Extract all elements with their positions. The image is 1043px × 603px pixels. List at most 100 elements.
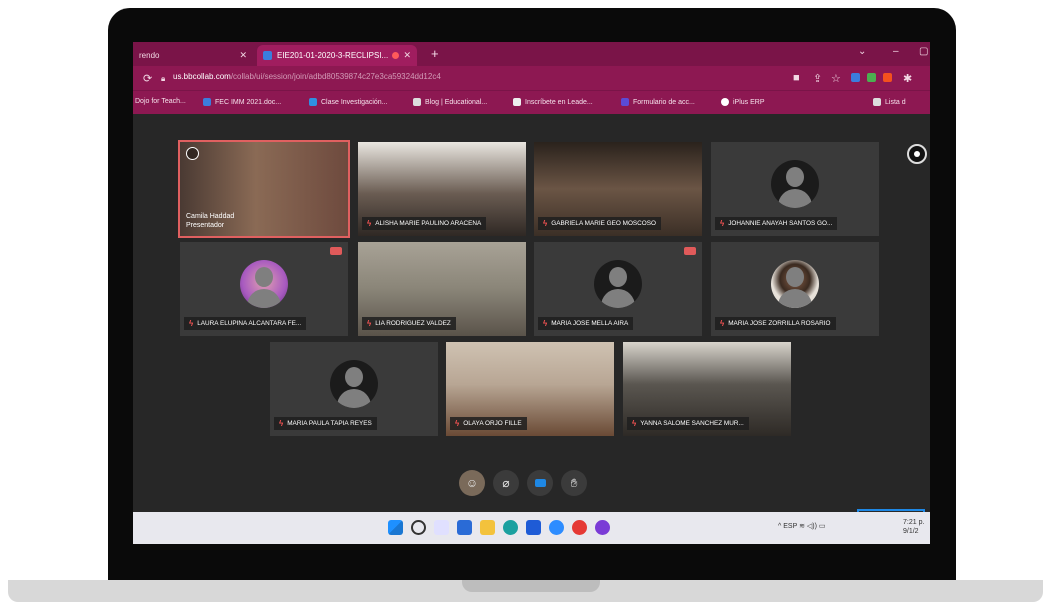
default-avatar-icon bbox=[771, 160, 819, 208]
reload-icon[interactable]: ⟳ bbox=[143, 72, 152, 85]
participant-tile[interactable]: ϟ MARIA PAULA TAPIA REYES bbox=[270, 342, 438, 436]
edge-icon[interactable] bbox=[503, 520, 518, 535]
new-tab-button[interactable]: + bbox=[431, 46, 439, 61]
presenter-label: Camila Haddad Presentador bbox=[186, 212, 234, 230]
url-host: us.bbcollab.com bbox=[173, 72, 231, 81]
profile-photo bbox=[240, 260, 288, 308]
reading-list[interactable]: Lista d bbox=[873, 98, 906, 106]
camera-toggle-button[interactable] bbox=[527, 470, 553, 496]
bookmark-item[interactable]: Blog | Educational... bbox=[413, 98, 487, 106]
wifi-icon: ≋ bbox=[799, 523, 805, 530]
participant-tile[interactable]: ϟ OLAYA ORJO FILLE bbox=[446, 342, 614, 436]
lock-icon[interactable]: 🔒︎ bbox=[161, 74, 165, 84]
participant-role: Presentador bbox=[186, 222, 225, 229]
share-icon[interactable]: ⇪ bbox=[813, 72, 822, 85]
windows-taskbar: ^ ESP ≋ ◁)) ▭ 7:21 p. 9/1/2 bbox=[133, 512, 930, 544]
address-bar: ⟳ 🔒︎ us.bbcollab.com/collab/ui/session/j… bbox=[133, 66, 930, 90]
system-tray[interactable]: ^ ESP ≋ ◁)) ▭ bbox=[778, 522, 826, 530]
participant-name-tag: ϟ MARIA PAULA TAPIA REYES bbox=[274, 417, 377, 430]
raise-hand-icon[interactable]: ✋︎ bbox=[561, 470, 587, 496]
participant-tile[interactable]: ϟ MARIA JOSE ZORRILLA ROSARIO bbox=[711, 242, 879, 336]
chrome-profile-icon[interactable] bbox=[595, 520, 610, 535]
reading-list-icon bbox=[873, 98, 881, 106]
mic-off-icon: ϟ bbox=[367, 219, 372, 228]
participant-name-tag: ϟ MARIA JOSE ZORRILLA ROSARIO bbox=[715, 317, 836, 330]
file-explorer-icon[interactable] bbox=[480, 520, 495, 535]
photo-stage: rendo ✕ EIE201-01-2020-3-RECLIPSI... ✕ +… bbox=[0, 0, 1043, 603]
tab-search-icon[interactable]: ⌄ bbox=[858, 46, 866, 57]
participant-name: ALISHA MARIE PAULINO ARACENA bbox=[375, 220, 482, 227]
word-icon[interactable] bbox=[526, 520, 541, 535]
extension-icon[interactable] bbox=[867, 73, 876, 82]
form-icon bbox=[621, 98, 629, 106]
participant-tile[interactable]: ϟ LAURA ELUPINA ALCANTARA FE... bbox=[180, 242, 348, 336]
chrome-icon[interactable] bbox=[572, 520, 587, 535]
participant-tile[interactable]: ϟ JOHANNIE ANAYAH SANTOS GO... bbox=[711, 142, 879, 236]
participant-tile[interactable]: ϟ LIA RODRIGUEZ VALDEZ bbox=[358, 242, 526, 336]
mic-off-icon: ϟ bbox=[455, 419, 460, 428]
clock-time: 7:21 p. bbox=[903, 519, 925, 526]
mic-off-icon: ϟ bbox=[720, 219, 725, 228]
bookmark-star-icon[interactable]: ☆ bbox=[831, 72, 841, 85]
close-tab-icon[interactable]: ✕ bbox=[239, 50, 247, 61]
participant-name-tag: ϟ GABRIELA MARIE GEO MOSCOSO bbox=[538, 217, 661, 230]
bookmark-item[interactable]: Formulario de acc... bbox=[621, 98, 695, 106]
participant-name: YANNA SALOME SANCHEZ MUR... bbox=[640, 420, 744, 427]
participant-tile[interactable]: Camila Haddad Presentador bbox=[178, 140, 350, 238]
bookmark-item[interactable]: Clase Investigación... bbox=[309, 98, 388, 106]
search-icon[interactable] bbox=[411, 520, 426, 535]
participant-tile[interactable]: ϟ GABRIELA MARIE GEO MOSCOSO bbox=[534, 142, 702, 236]
camera-permission-icon[interactable]: ■ bbox=[793, 72, 800, 84]
microphone-muted-icon[interactable]: ⌀ bbox=[493, 470, 519, 496]
browser-tab[interactable]: rendo ✕ bbox=[133, 45, 253, 66]
participant-name-tag: ϟ MARIA JOSE MELLA AIRA bbox=[538, 317, 634, 330]
puzzle-extensions-icon[interactable]: ✱ bbox=[903, 72, 912, 85]
tab-title: rendo bbox=[139, 51, 160, 60]
start-icon[interactable] bbox=[388, 520, 403, 535]
mic-off-icon: ϟ bbox=[189, 319, 194, 328]
participant-tile[interactable]: ϟ YANNA SALOME SANCHEZ MUR... bbox=[623, 342, 791, 436]
profile-photo bbox=[771, 260, 819, 308]
collaborate-favicon-icon bbox=[263, 51, 272, 60]
mic-off-icon: ϟ bbox=[367, 319, 372, 328]
bookmark-label: iPlus ERP bbox=[733, 98, 765, 106]
widgets-icon[interactable] bbox=[434, 520, 449, 535]
bookmark-label: Blog | Educational... bbox=[425, 98, 488, 106]
recording-dot-icon bbox=[392, 52, 400, 59]
iplus-icon bbox=[721, 98, 729, 106]
close-tab-icon[interactable]: ✕ bbox=[403, 50, 411, 61]
volume-icon: ◁)) bbox=[806, 523, 817, 530]
my-status-avatar[interactable]: ☺ bbox=[459, 470, 485, 496]
participant-name: Camila Haddad bbox=[186, 213, 235, 220]
url-path: /collab/ui/session/join/adbd80539874c27e… bbox=[230, 72, 441, 81]
extension-icon[interactable] bbox=[883, 73, 892, 82]
clock[interactable]: 7:21 p. 9/1/2 bbox=[903, 518, 924, 536]
minimize-icon[interactable]: – bbox=[893, 46, 899, 57]
browser-tab-bar: rendo ✕ EIE201-01-2020-3-RECLIPSI... ✕ +… bbox=[133, 42, 930, 66]
url-field[interactable]: us.bbcollab.com/collab/ui/session/join/a… bbox=[173, 72, 441, 81]
raised-hand-icon bbox=[330, 247, 342, 255]
mic-off-icon: ϟ bbox=[632, 419, 637, 428]
bookmark-item[interactable]: Inscríbete en Leade... bbox=[513, 98, 593, 106]
participant-tile[interactable]: ϟ ALISHA MARIE PAULINO ARACENA bbox=[358, 142, 526, 236]
maximize-icon[interactable]: ▢ bbox=[919, 46, 928, 57]
calculator-icon[interactable] bbox=[457, 520, 472, 535]
browser-tab-active[interactable]: EIE201-01-2020-3-RECLIPSI... ✕ bbox=[257, 45, 417, 66]
tray-text: ^ ESP bbox=[778, 523, 798, 530]
clock-date: 9/1/2 bbox=[903, 528, 919, 535]
reading-list-label: Lista d bbox=[885, 98, 906, 106]
bookmark-label: Formulario de acc... bbox=[633, 98, 695, 106]
participant-tile[interactable]: ϟ MARIA JOSE MELLA AIRA bbox=[534, 242, 702, 336]
participant-name-tag: ϟ ALISHA MARIE PAULINO ARACENA bbox=[362, 217, 487, 230]
bookmark-item[interactable]: FEC IMM 2021.doc... bbox=[203, 98, 281, 106]
extension-icon[interactable] bbox=[851, 73, 860, 82]
recording-indicator-icon[interactable] bbox=[907, 144, 927, 164]
participant-name: JOHANNIE ANAYAH SANTOS GO... bbox=[728, 220, 833, 227]
participant-name: LIA RODRIGUEZ VALDEZ bbox=[375, 320, 451, 327]
bookmark-item[interactable]: iPlus ERP bbox=[721, 98, 765, 106]
zoom-icon[interactable] bbox=[549, 520, 564, 535]
participant-name: GABRIELA MARIE GEO MOSCOSO bbox=[551, 220, 656, 227]
default-avatar-icon bbox=[594, 260, 642, 308]
tab-title: EIE201-01-2020-3-RECLIPSI... bbox=[277, 51, 389, 60]
bookmark-item[interactable]: Dojo for Teach... bbox=[135, 98, 186, 105]
